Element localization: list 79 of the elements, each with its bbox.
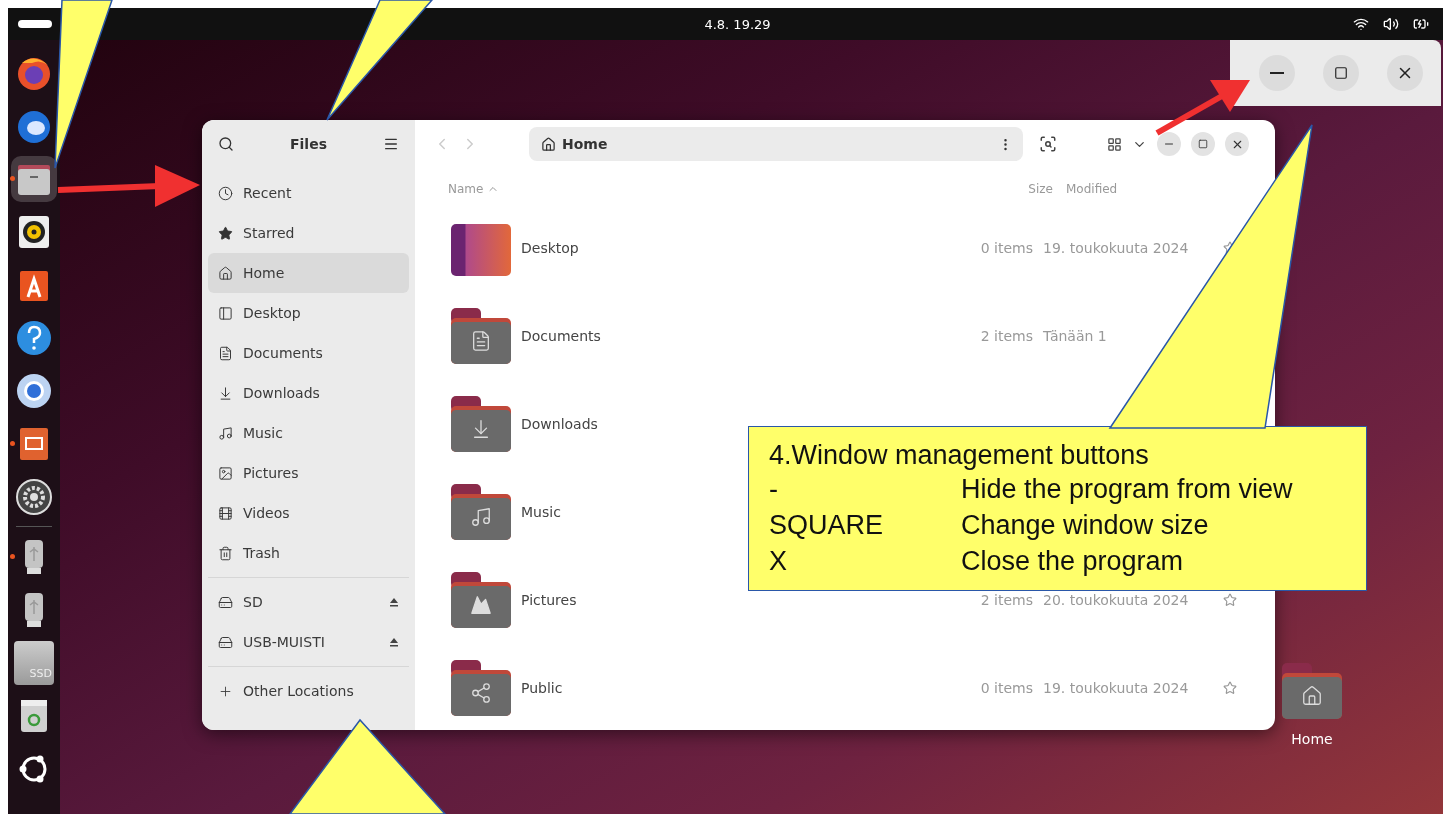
eject-icon[interactable] xyxy=(389,637,399,647)
music-note-icon xyxy=(218,425,233,441)
star-icon xyxy=(218,225,233,241)
music-folder-icon xyxy=(451,484,511,540)
file-size: 2 items xyxy=(980,328,1033,344)
sidebar-item[interactable]: Pictures xyxy=(208,453,409,493)
sidebar-item[interactable]: Home xyxy=(208,253,409,293)
trash-icon xyxy=(218,545,233,561)
sidebar-item[interactable]: Recent xyxy=(208,173,409,213)
star-icon[interactable] xyxy=(1223,593,1237,607)
file-modified: 20. toukokuuta 2024 xyxy=(1043,592,1189,608)
eject-icon[interactable] xyxy=(389,597,399,607)
path-bar[interactable]: Home xyxy=(529,127,1023,161)
sidebar-item[interactable]: Starred xyxy=(208,213,409,253)
file-name[interactable]: Desktop xyxy=(521,240,579,256)
picture-folder-icon xyxy=(451,572,511,628)
battery-icon[interactable] xyxy=(1413,16,1429,32)
search-icon[interactable] xyxy=(218,136,234,152)
minimize-button[interactable] xyxy=(1259,55,1295,91)
activities-button[interactable] xyxy=(18,20,52,28)
sidebar-item[interactable]: Other Locations xyxy=(208,671,409,711)
callout-text: Hide the program from view xyxy=(961,473,1294,506)
wifi-icon[interactable] xyxy=(1353,16,1369,32)
sidebar-item[interactable]: Music xyxy=(208,413,409,453)
desktop-icon-label[interactable]: Home xyxy=(1291,731,1333,747)
sidebar-item[interactable]: Videos xyxy=(208,493,409,533)
callout-text: Change window size xyxy=(961,509,1210,542)
maximize-button[interactable] xyxy=(1191,132,1215,156)
drive-icon xyxy=(218,634,233,650)
desktop-folder-icon xyxy=(451,223,511,276)
file-name[interactable]: Documents xyxy=(521,328,601,344)
home-icon xyxy=(218,265,233,281)
sidebar-item[interactable]: Desktop xyxy=(208,293,409,333)
grid-view-icon[interactable] xyxy=(1107,136,1122,152)
file-name[interactable]: Music xyxy=(521,504,561,520)
home-folder-icon[interactable] xyxy=(1282,663,1342,719)
download-icon xyxy=(218,385,233,401)
file-name[interactable]: Public xyxy=(521,680,563,696)
callout-key: SQUARE xyxy=(769,507,961,543)
callout-key: X xyxy=(769,543,961,579)
sidebar-item[interactable]: Documents xyxy=(208,333,409,373)
clock[interactable]: 4.8. 19.29 xyxy=(704,16,771,32)
document-icon xyxy=(218,345,233,361)
callout-title: 4.Window management buttons xyxy=(769,439,1150,471)
star-icon[interactable] xyxy=(1223,681,1237,695)
sidebar-item[interactable]: USB-MUISTI xyxy=(208,622,409,662)
document-folder-icon xyxy=(451,308,511,364)
file-modified: 19. toukokuuta 2024 xyxy=(1043,680,1189,696)
callout-text: Close the program xyxy=(961,545,1185,578)
file-name[interactable]: Pictures xyxy=(521,592,577,608)
menu-icon[interactable] xyxy=(383,136,399,152)
file-size: 2 items xyxy=(980,592,1033,608)
picture-icon xyxy=(218,465,233,481)
volume-icon[interactable] xyxy=(1383,16,1399,32)
desktop-icon xyxy=(218,305,233,321)
settings-icon[interactable] xyxy=(14,476,54,517)
search-icon[interactable] xyxy=(1039,135,1057,153)
window-title: Files xyxy=(290,136,327,152)
sidebar-item[interactable]: Trash xyxy=(208,533,409,573)
home-icon xyxy=(541,136,556,152)
maximize-icon xyxy=(1334,66,1348,80)
clock-icon xyxy=(218,185,233,201)
download-folder-icon xyxy=(451,396,511,452)
drive-icon xyxy=(218,594,233,610)
sidebar-item[interactable]: Downloads xyxy=(208,373,409,413)
file-modified: Tänään 1 xyxy=(1043,328,1107,344)
film-icon xyxy=(218,505,233,521)
minimize-icon xyxy=(1270,72,1284,74)
plus-icon xyxy=(218,683,233,699)
file-size: 0 items xyxy=(980,240,1033,256)
file-size: 0 items xyxy=(980,680,1033,696)
close-button[interactable] xyxy=(1225,132,1249,156)
sidebar-item[interactable]: SD xyxy=(208,582,409,622)
callout-key: - xyxy=(769,471,961,507)
file-modified: 19. toukokuuta 2024 xyxy=(1043,240,1189,256)
file-name[interactable]: Downloads xyxy=(521,416,598,432)
maximize-button[interactable] xyxy=(1323,55,1359,91)
shared-folder-icon xyxy=(451,660,511,716)
maximize-icon xyxy=(1198,139,1208,149)
